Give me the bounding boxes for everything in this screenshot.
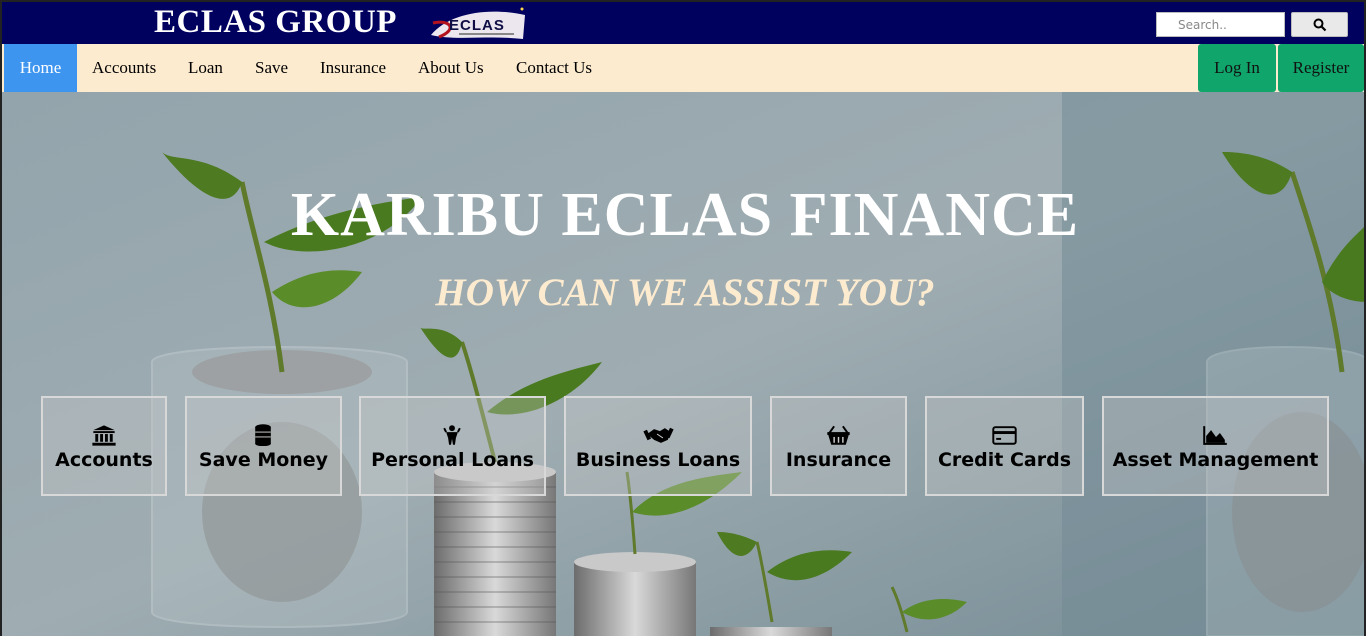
magnifier-icon (1313, 18, 1327, 32)
nav-item-contact-us[interactable]: Contact Us (516, 44, 592, 92)
bank-icon (92, 425, 116, 446)
service-label: Insurance (785, 449, 892, 471)
hero-title: KARIBU ECLAS FINANCE (290, 181, 1080, 249)
service-label: Personal Loans (371, 449, 534, 471)
brand-logo: ECLAS (429, 5, 527, 43)
service-label: Accounts (55, 449, 153, 471)
nav-item-home[interactable]: Home (4, 44, 77, 92)
register-button[interactable]: Register (1278, 44, 1364, 92)
service-save-money[interactable]: Save Money (185, 396, 342, 496)
area-chart-icon (1203, 426, 1227, 445)
service-business-loans[interactable]: Business Loans (564, 396, 752, 496)
login-button[interactable]: Log In (1198, 44, 1276, 92)
hero-subtitle: HOW CAN WE ASSIST YOU? (435, 271, 935, 314)
service-personal-loans[interactable]: Personal Loans (359, 396, 546, 496)
coins-icon (255, 424, 271, 446)
search-input[interactable]: Search.. (1156, 12, 1285, 37)
hero-background-image (2, 92, 1364, 636)
nav-item-about-us[interactable]: About Us (418, 44, 484, 92)
nav-item-save[interactable]: Save (255, 44, 288, 92)
hero-section: KARIBU ECLAS FINANCE HOW CAN WE ASSIST Y… (0, 92, 1366, 636)
top-header: ECLAS GROUP ECLAS Search.. (0, 0, 1366, 44)
basket-icon (827, 425, 850, 445)
service-credit-cards[interactable]: Credit Cards (925, 396, 1084, 496)
credit-card-icon (992, 426, 1017, 445)
service-asset-management[interactable]: Asset Management (1102, 396, 1329, 496)
nav-item-accounts[interactable]: Accounts (92, 44, 156, 92)
nav-item-insurance[interactable]: Insurance (320, 44, 386, 92)
service-insurance[interactable]: Insurance (770, 396, 907, 496)
service-label: Business Loans (575, 449, 741, 471)
svg-text:ECLAS: ECLAS (449, 17, 505, 34)
search-button[interactable] (1291, 12, 1348, 37)
brand-title: ECLAS GROUP (154, 4, 397, 40)
nav-item-loan[interactable]: Loan (188, 44, 223, 92)
service-accounts[interactable]: Accounts (41, 396, 167, 496)
service-label: Asset Management (1112, 449, 1319, 471)
main-nav: Home Accounts Loan Save Insurance About … (0, 44, 1366, 92)
handshake-icon (643, 427, 674, 443)
service-label: Save Money (198, 449, 329, 471)
service-label: Credit Cards (937, 449, 1072, 471)
person-icon (443, 425, 461, 445)
